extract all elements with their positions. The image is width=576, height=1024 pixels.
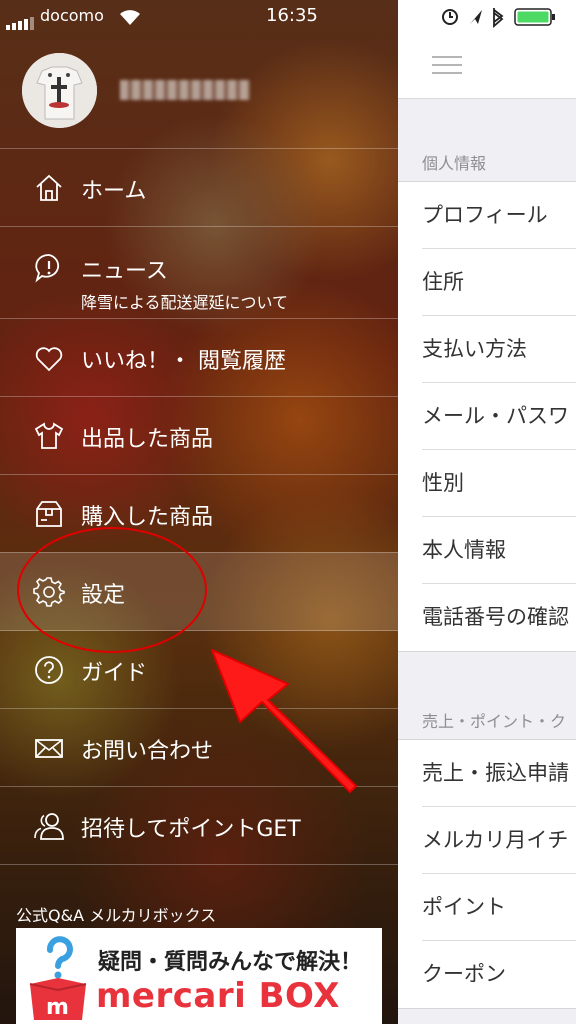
- heart-icon: [35, 347, 63, 372]
- svg-text:m: m: [46, 995, 69, 1020]
- status-bar-right: [398, 4, 576, 30]
- menu-label-purchased-items: 購入した商品: [81, 505, 214, 530]
- menu-item-guide[interactable]: ガイド: [0, 630, 398, 709]
- gear-icon: [33, 577, 65, 607]
- section-header-personal: 個人情報: [422, 154, 487, 173]
- settings-item-points[interactable]: ポイント: [398, 874, 576, 941]
- settings-navbar: [398, 0, 576, 99]
- menu-item-contact[interactable]: お問い合わせ: [0, 708, 398, 787]
- menu-item-likes-history[interactable]: いいね！・ 閲覧履歴: [0, 318, 398, 397]
- menu-label-settings: 設定: [81, 583, 126, 608]
- menu-label-news: ニュース: [81, 259, 168, 284]
- home-icon: [36, 174, 62, 201]
- signal-icon: [6, 11, 36, 30]
- settings-item-gender[interactable]: 性別: [398, 450, 576, 517]
- mercari-box-logo-icon: m: [29, 936, 87, 1020]
- users-icon: [34, 813, 64, 840]
- settings-item-payment[interactable]: 支払い方法: [398, 316, 576, 383]
- side-drawer: docomo 16:35 ホーム ニュース 降雪による配送遅延について いいね！…: [0, 0, 398, 1024]
- settings-item-phone-verify[interactable]: 電話番号の確認: [398, 584, 576, 651]
- status-bar-left: docomo 16:35: [0, 0, 398, 32]
- menu-label-listed-items: 出品した商品: [81, 427, 214, 452]
- settings-item-profile[interactable]: プロフィール: [398, 182, 576, 249]
- settings-item-monthly[interactable]: メルカリ月イチ: [398, 807, 576, 874]
- tshirt-icon: [34, 422, 64, 449]
- status-time: 16:35: [266, 5, 318, 26]
- menu-item-home[interactable]: ホーム: [0, 148, 398, 227]
- carrier-name: docomo: [40, 6, 104, 25]
- avatar-image: [22, 53, 97, 128]
- menu-item-news[interactable]: ニュース 降雪による配送遅延について: [0, 226, 398, 319]
- settings-panel: 個人情報 プロフィール 住所 支払い方法 メール・パスワ 性別 本人情報 電話番…: [398, 0, 576, 1024]
- menu-item-listed-items[interactable]: 出品した商品: [0, 396, 398, 475]
- news-icon: [35, 254, 60, 283]
- wifi-icon: [120, 10, 140, 25]
- banner-brand: mercari BOX: [96, 976, 340, 1016]
- mercari-box-banner[interactable]: m 疑問・質問みんなで解決！ mercari BOX: [16, 928, 382, 1024]
- hamburger-menu-icon[interactable]: [432, 56, 462, 74]
- menu-item-purchased-items[interactable]: 購入した商品: [0, 474, 398, 553]
- banner-tagline: 疑問・質問みんなで解決！: [98, 950, 363, 975]
- box-icon: [36, 501, 62, 527]
- menu-label-invite: 招待してポイントGET: [81, 817, 301, 842]
- menu-divider: [0, 864, 398, 865]
- menu-label-contact: お問い合わせ: [81, 739, 214, 764]
- settings-item-address[interactable]: 住所: [398, 249, 576, 316]
- mail-icon: [35, 739, 63, 758]
- menu-item-invite[interactable]: 招待してポイントGET: [0, 786, 398, 865]
- news-subtitle: 降雪による配送遅延について: [81, 293, 289, 312]
- username-blurred: [120, 80, 250, 100]
- settings-item-identity[interactable]: 本人情報: [398, 517, 576, 584]
- avatar[interactable]: [22, 53, 97, 128]
- section-header-sales: 売上・ポイント・ク: [422, 712, 567, 731]
- menu-label-likes-history: いいね！・ 閲覧履歴: [81, 349, 286, 374]
- menu-label-home: ホーム: [81, 179, 147, 204]
- settings-item-coupon[interactable]: クーポン: [398, 941, 576, 1008]
- settings-item-email-password[interactable]: メール・パスワ: [398, 383, 576, 450]
- settings-group-personal: プロフィール 住所 支払い方法 メール・パスワ 性別 本人情報 電話番号の確認: [398, 181, 576, 652]
- menu-item-settings[interactable]: 設定: [0, 552, 398, 631]
- settings-group-sales: 売上・振込申請 メルカリ月イチ ポイント クーポン: [398, 739, 576, 1009]
- help-icon: [35, 656, 63, 684]
- settings-item-sales-transfer[interactable]: 売上・振込申請: [398, 740, 576, 807]
- status-icons: [442, 8, 555, 28]
- menu-label-guide: ガイド: [81, 661, 148, 686]
- qa-section-label: 公式Q&A メルカリボックス: [16, 906, 217, 925]
